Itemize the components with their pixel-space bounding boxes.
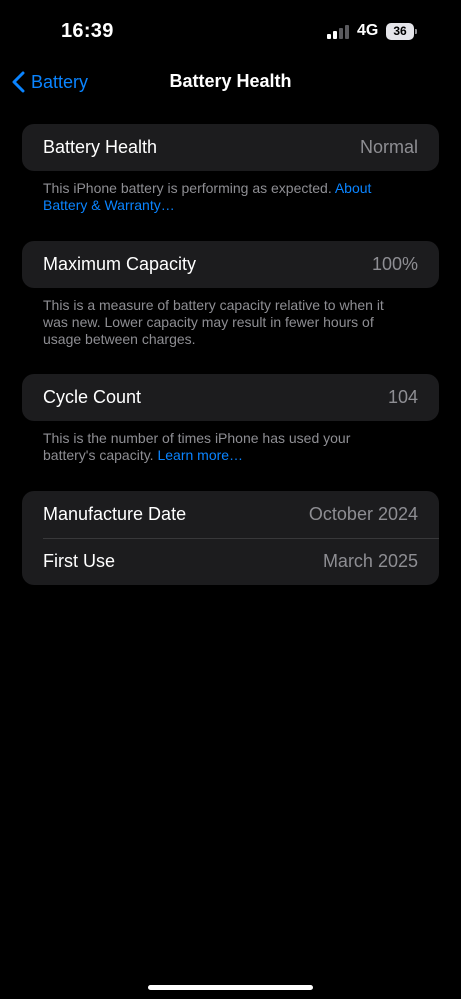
home-indicator[interactable] (148, 985, 313, 990)
status-bar: 16:39 4G 36 (0, 0, 461, 62)
maximum-capacity-value: 100% (371, 254, 418, 274)
battery-health-value: Normal (359, 137, 418, 157)
manufacture-date-row: Manufacture Date October 2024 (22, 491, 439, 538)
maximum-capacity-group: Maximum Capacity 100% (22, 241, 439, 288)
status-time: 16:39 (61, 20, 114, 42)
first-use-label: First Use (43, 551, 115, 571)
battery-health-footer: This iPhone battery is performing as exp… (43, 180, 403, 214)
maximum-capacity-footer: This is a measure of battery capacity re… (43, 297, 384, 347)
manufacture-date-label: Manufacture Date (43, 504, 187, 524)
cellular-signal-icon (327, 25, 351, 39)
battery-health-group: Battery Health Normal (22, 124, 439, 171)
first-use-value: March 2025 (322, 551, 418, 571)
battery-health-row: Battery Health Normal (22, 124, 439, 171)
cycle-count-group: Cycle Count 104 (22, 374, 439, 421)
navigation-bar: Battery Battery Health (0, 62, 461, 102)
dates-group: Manufacture Date October 2024 First Use … (22, 491, 439, 585)
cycle-count-row: Cycle Count 104 (22, 374, 439, 421)
first-use-row: First Use March 2025 (22, 538, 439, 585)
maximum-capacity-label: Maximum Capacity (43, 254, 197, 274)
cycle-count-value: 104 (387, 387, 418, 407)
battery-icon: 36 (386, 23, 417, 40)
battery-health-label: Battery Health (43, 137, 158, 157)
cycle-count-footer: This is the number of times iPhone has u… (43, 430, 403, 464)
battery-level: 36 (386, 23, 414, 40)
page-title: Battery Health (169, 71, 292, 91)
cycle-count-label: Cycle Count (43, 387, 142, 407)
battery-health-description: This iPhone battery is performing as exp… (43, 180, 335, 196)
maximum-capacity-row: Maximum Capacity 100% (22, 241, 439, 288)
network-type: 4G (357, 22, 379, 39)
manufacture-date-value: October 2024 (308, 504, 418, 524)
learn-more-link[interactable]: Learn more… (157, 447, 243, 463)
